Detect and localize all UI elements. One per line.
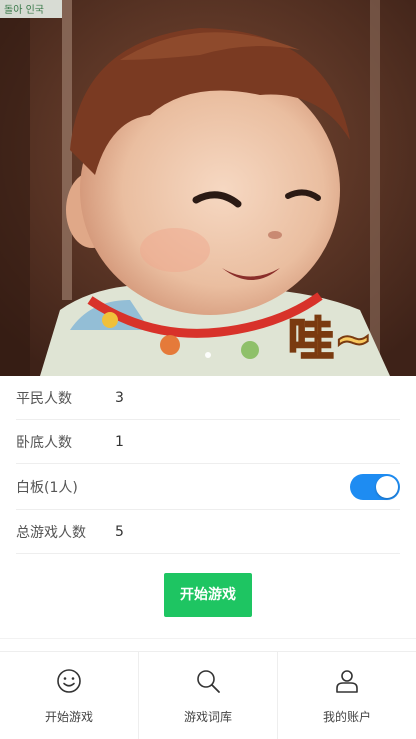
search-icon	[197, 670, 220, 693]
tab-my-account-label: 我的账户	[322, 710, 371, 724]
civilian-count-row[interactable]: 平民人数 3	[16, 376, 400, 420]
total-players-label: 总游戏人数	[16, 524, 86, 541]
divider	[0, 638, 416, 639]
app: 돌아 인국 哇~ 平民人数 3 卧底人数 1 白板(1人) 总游戏人数 5 开始…	[0, 0, 416, 739]
smile-icon	[57, 669, 81, 693]
tab-word-library[interactable]: 游戏词库	[139, 652, 278, 739]
blank-role-label: 白板(1人)	[16, 479, 78, 496]
carousel-dots	[0, 343, 416, 362]
undercover-count-label: 卧底人数	[16, 434, 72, 451]
total-players-row: 总游戏人数 5	[16, 510, 400, 554]
blank-role-row: 白板(1人)	[16, 464, 400, 510]
user-icon	[336, 670, 358, 693]
toggle-knob	[376, 475, 398, 498]
civilian-count-label: 平民人数	[16, 390, 72, 407]
blank-role-toggle[interactable]	[350, 473, 400, 500]
hero-photo: 돌아 인국 哇~	[0, 0, 416, 376]
tab-start-game[interactable]: 开始游戏	[0, 652, 139, 739]
carousel-dot-active[interactable]	[205, 352, 211, 358]
tab-my-account[interactable]: 我的账户	[278, 652, 416, 739]
civilian-count-value[interactable]: 3	[115, 390, 124, 406]
bottom-tab-bar: 开始游戏 游戏词库 我的账户	[0, 651, 416, 739]
undercover-count-value[interactable]: 1	[115, 434, 124, 450]
total-players-value: 5	[115, 523, 124, 540]
game-settings: 平民人数 3 卧底人数 1 白板(1人) 总游戏人数 5 开始游戏	[0, 376, 416, 617]
hero-banner[interactable]: 돌아 인국 哇~	[0, 0, 416, 376]
start-game-button[interactable]: 开始游戏	[164, 573, 252, 617]
undercover-count-row[interactable]: 卧底人数 1	[16, 420, 400, 464]
hero-watermark: 돌아 인국	[4, 4, 44, 16]
tab-start-game-label: 开始游戏	[44, 710, 93, 724]
tab-word-library-label: 游戏词库	[183, 710, 232, 724]
